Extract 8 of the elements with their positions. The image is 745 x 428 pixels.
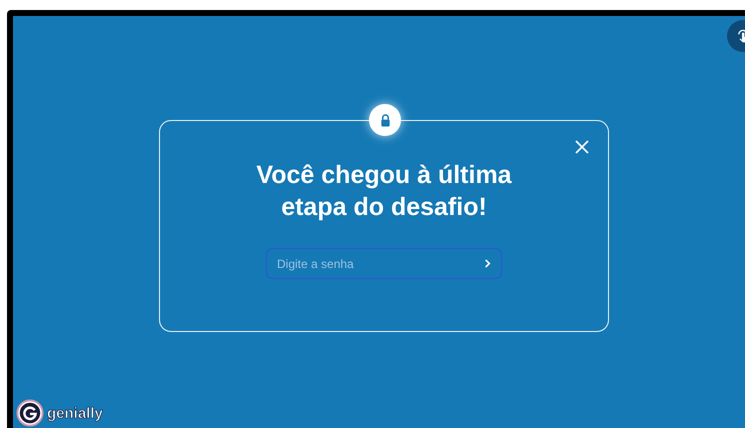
password-field[interactable]: Digite a senha — [266, 248, 502, 279]
dialog-title: Você chegou à última etapa do desafio! — [255, 160, 513, 223]
close-button[interactable] — [573, 138, 591, 156]
lock-icon — [380, 114, 390, 126]
close-icon — [574, 139, 590, 155]
logo-icon — [16, 399, 44, 427]
brand-name: genially — [47, 404, 103, 422]
chevron-right-icon[interactable] — [483, 258, 492, 269]
